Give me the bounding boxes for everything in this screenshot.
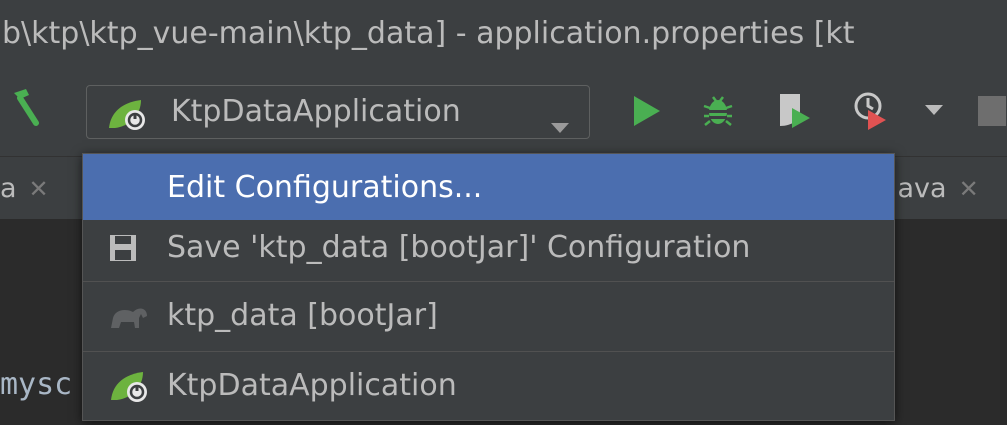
menu-item-ktp-data-bootjar[interactable]: ktp_data [bootJar] — [83, 282, 894, 348]
close-icon[interactable]: ✕ — [29, 175, 49, 203]
run-icon[interactable] — [632, 94, 662, 132]
save-icon — [109, 234, 137, 270]
main-toolbar: KtpDataApplication — [0, 68, 1007, 157]
gradle-elephant-icon — [109, 304, 149, 340]
profile-icon[interactable] — [852, 90, 888, 134]
menu-item-ktpdataapplication[interactable]: KtpDataApplication — [83, 352, 894, 418]
run-configuration-dropdown: Edit Configurations... Save 'ktp_data [b… — [82, 153, 895, 421]
chevron-down-icon[interactable] — [925, 102, 943, 121]
menu-item-edit-configurations[interactable]: Edit Configurations... — [83, 154, 894, 220]
hammer-icon[interactable] — [6, 87, 46, 127]
spring-boot-icon — [109, 370, 151, 412]
tab-partial-right[interactable]: java ✕ — [890, 171, 979, 207]
tab-partial-left[interactable]: a ✕ — [0, 171, 49, 207]
tab-label: a — [0, 173, 17, 204]
window-title: b\ktp\ktp_vue-main\ktp_data] - applicati… — [0, 0, 1007, 68]
menu-item-save-configuration[interactable]: Save 'ktp_data [bootJar]' Configuration — [83, 214, 894, 280]
stop-icon[interactable] — [978, 96, 1006, 130]
tab-label: java — [890, 173, 947, 204]
coverage-icon[interactable] — [776, 90, 812, 134]
menu-item-label: Save 'ktp_data [bootJar]' Configuration — [167, 230, 751, 265]
run-configuration-label: KtpDataApplication — [171, 94, 461, 129]
menu-item-label: Edit Configurations... — [167, 170, 483, 205]
chevron-down-icon — [551, 108, 569, 143]
code-line: mysc — [0, 367, 73, 402]
spring-boot-icon — [107, 98, 149, 140]
menu-item-label: KtpDataApplication — [167, 368, 457, 403]
run-configuration-selector[interactable]: KtpDataApplication — [86, 85, 590, 139]
menu-item-label: ktp_data [bootJar] — [167, 298, 438, 333]
debug-icon[interactable] — [702, 92, 734, 132]
close-icon[interactable]: ✕ — [959, 175, 979, 203]
